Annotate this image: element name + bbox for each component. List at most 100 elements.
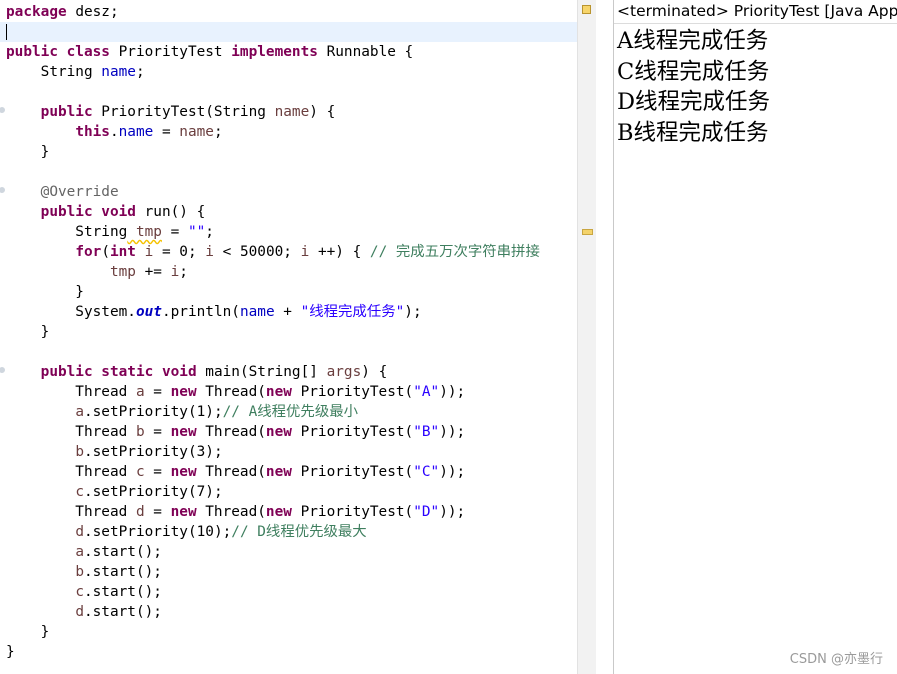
console-view[interactable]: <terminated> PriorityTest [Java Applic A… bbox=[614, 0, 897, 674]
code-line[interactable]: Thread c = new Thread(new PriorityTest("… bbox=[6, 462, 540, 482]
code-token: )); bbox=[439, 504, 466, 520]
code-token: desz; bbox=[66, 4, 119, 20]
console-output-line: A线程完成任务 bbox=[617, 28, 769, 54]
code-keyword: new bbox=[265, 424, 292, 440]
code-line[interactable] bbox=[6, 342, 540, 362]
code-token: ; bbox=[205, 224, 214, 240]
code-editor[interactable]: package desz; public class PriorityTest … bbox=[0, 0, 577, 674]
code-line[interactable]: tmp += i; bbox=[6, 262, 540, 282]
overview-ruler[interactable] bbox=[577, 0, 596, 674]
code-line[interactable]: a.start(); bbox=[6, 542, 540, 562]
code-line[interactable]: d.setPriority(10);// D线程优先级最大 bbox=[6, 522, 540, 542]
code-token: ) { bbox=[361, 364, 388, 380]
code-line[interactable]: String tmp = ""; bbox=[6, 222, 540, 242]
code-line[interactable] bbox=[6, 162, 540, 182]
code-line[interactable]: } bbox=[6, 322, 540, 342]
code-token: Thread bbox=[6, 464, 128, 480]
code-token: )); bbox=[439, 384, 466, 400]
code-token: c bbox=[75, 584, 84, 600]
code-keyword: public bbox=[40, 364, 93, 380]
code-keyword: public bbox=[40, 204, 93, 220]
code-string: "D" bbox=[413, 504, 440, 520]
code-string: "" bbox=[179, 224, 206, 240]
code-line[interactable]: System.out.println(name + "线程完成任务"); bbox=[6, 302, 540, 322]
code-line[interactable]: Thread b = new Thread(new PriorityTest("… bbox=[6, 422, 540, 442]
code-token: Thread( bbox=[196, 504, 266, 520]
code-token: PriorityTest( bbox=[291, 424, 414, 440]
code-token: Thread bbox=[6, 424, 128, 440]
source-code[interactable]: package desz; public class PriorityTest … bbox=[6, 2, 540, 662]
warning-summary-icon[interactable] bbox=[582, 5, 591, 14]
code-token: out bbox=[135, 304, 162, 320]
code-line[interactable]: public void run() { bbox=[6, 202, 540, 222]
code-line[interactable]: for(int i = 0; i < 50000; i ++) { // 完成五… bbox=[6, 242, 540, 262]
code-token: PriorityTest( bbox=[291, 504, 414, 520]
code-string: "C" bbox=[413, 464, 440, 480]
code-token: ++) { bbox=[309, 244, 362, 260]
fold-marker-icon[interactable] bbox=[0, 367, 5, 373]
code-token: System. bbox=[6, 304, 136, 320]
code-line[interactable]: Thread a = new Thread(new PriorityTest("… bbox=[6, 382, 540, 402]
code-token: d bbox=[75, 604, 84, 620]
code-line[interactable]: c.start(); bbox=[6, 582, 540, 602]
code-token: = bbox=[161, 224, 180, 240]
code-token: Thread bbox=[6, 504, 128, 520]
code-token: args bbox=[317, 364, 362, 380]
code-token: ; bbox=[213, 124, 223, 140]
code-token: .setPriority(3); bbox=[83, 444, 223, 460]
code-token: b bbox=[75, 564, 84, 580]
code-line[interactable]: } bbox=[6, 622, 540, 642]
code-token: } bbox=[6, 644, 15, 660]
warning-marker[interactable] bbox=[582, 229, 593, 235]
code-token: + bbox=[274, 304, 292, 320]
code-line[interactable]: @Override bbox=[6, 182, 540, 202]
fold-marker-icon[interactable] bbox=[0, 187, 5, 193]
console-output-line: D线程完成任务 bbox=[617, 89, 771, 115]
code-line[interactable]: a.setPriority(1);// A线程优先级最小 bbox=[6, 402, 540, 422]
code-token: < 50000; bbox=[213, 244, 292, 260]
code-line[interactable]: } bbox=[6, 282, 540, 302]
code-token: .start(); bbox=[83, 544, 162, 560]
code-line[interactable]: d.start(); bbox=[6, 602, 540, 622]
code-line[interactable]: public PriorityTest(String name) { bbox=[6, 102, 540, 122]
code-line[interactable]: this.name = name; bbox=[6, 122, 540, 142]
code-line[interactable]: String name; bbox=[6, 62, 540, 82]
code-line[interactable]: b.setPriority(3); bbox=[6, 442, 540, 462]
code-line[interactable]: } bbox=[6, 642, 540, 662]
code-token: PriorityTest(String bbox=[92, 104, 266, 120]
code-line[interactable]: c.setPriority(7); bbox=[6, 482, 540, 502]
code-comment: // A线程优先级最小 bbox=[222, 404, 358, 420]
code-line[interactable]: public class PriorityTest implements Run… bbox=[6, 42, 540, 62]
code-token: .setPriority(1); bbox=[83, 404, 223, 420]
code-line[interactable] bbox=[6, 22, 540, 42]
code-string: "线程完成任务" bbox=[291, 304, 405, 320]
code-line[interactable]: b.start(); bbox=[6, 562, 540, 582]
code-token: b bbox=[75, 444, 84, 460]
code-line[interactable]: Thread d = new Thread(new PriorityTest("… bbox=[6, 502, 540, 522]
code-keyword: new bbox=[265, 464, 292, 480]
code-line[interactable]: package desz; bbox=[6, 2, 540, 22]
console-output-line: B线程完成任务 bbox=[617, 119, 769, 146]
code-token: i bbox=[196, 244, 214, 260]
code-token: name bbox=[92, 64, 136, 80]
code-keyword: new bbox=[265, 504, 292, 520]
code-line[interactable]: } bbox=[6, 142, 540, 162]
code-token: main(String[] bbox=[196, 364, 318, 380]
code-line[interactable]: public static void main(String[] args) { bbox=[6, 362, 540, 382]
code-token: )); bbox=[439, 464, 466, 480]
console-left-gutter bbox=[596, 0, 614, 674]
code-token: = bbox=[153, 124, 171, 140]
fold-marker-icon[interactable] bbox=[0, 107, 5, 113]
code-line[interactable] bbox=[6, 82, 540, 102]
code-token: += bbox=[135, 264, 162, 280]
console-header: <terminated> PriorityTest [Java Applic bbox=[617, 2, 897, 20]
code-token: tmp bbox=[109, 264, 136, 280]
code-token: .setPriority(10); bbox=[83, 524, 232, 540]
code-keyword: implements bbox=[222, 44, 318, 60]
